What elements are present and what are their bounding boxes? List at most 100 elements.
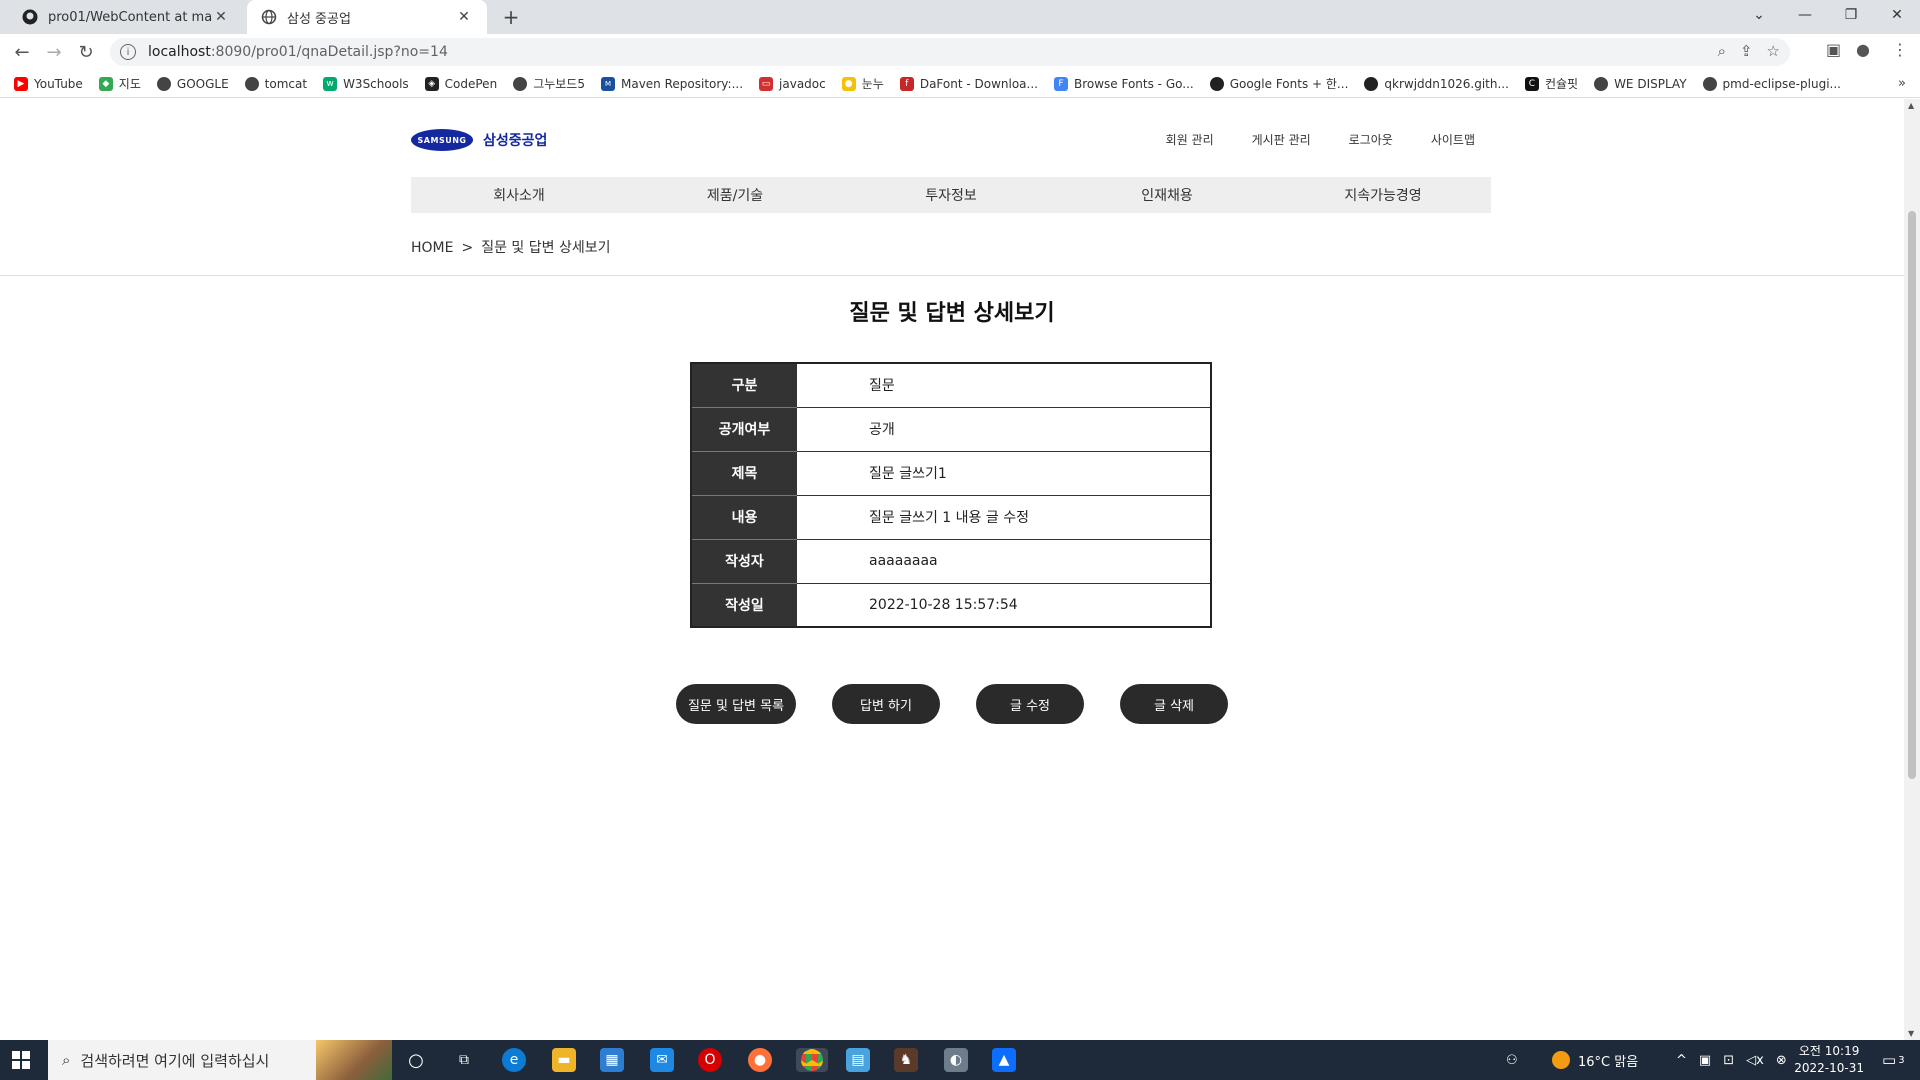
profile-icon[interactable]: ● [1856, 40, 1870, 59]
bookmarks-overflow-icon[interactable]: » [1898, 76, 1906, 91]
opera-icon[interactable]: O [698, 1048, 722, 1072]
eclipse-icon[interactable]: ◐ [944, 1048, 968, 1072]
clock-time: 오전 10:19 [1798, 1044, 1860, 1058]
delete-button[interactable]: 글 삭제 [1120, 684, 1228, 724]
search-highlight-image [316, 1040, 392, 1080]
system-clock[interactable]: 오전 10:19 2022-10-31 [1794, 1043, 1864, 1077]
util-link-sitemap[interactable]: 사이트맵 [1431, 131, 1475, 148]
store-icon[interactable]: ▦ [600, 1048, 624, 1072]
nav-item-investor[interactable]: 투자정보 [843, 177, 1059, 213]
qna-detail-table: 구분 질문 공개여부 공개 제목 질문 글쓰기1 내용 질문 글쓰기 1 내용 … [690, 362, 1212, 628]
restore-icon[interactable]: ❐ [1828, 0, 1874, 30]
bookmark-javadoc[interactable]: ▭ javadoc [759, 76, 826, 91]
meet-now-icon[interactable]: ▣ [1699, 1053, 1711, 1068]
file-explorer-icon[interactable]: ▬ [552, 1048, 576, 1072]
taskbar-search-box[interactable]: ⌕ 검색하려면 여기에 입력하십시 [48, 1040, 392, 1080]
photos-icon[interactable]: ▲ [992, 1048, 1016, 1072]
edge-icon[interactable]: e [502, 1048, 526, 1072]
address-bar[interactable]: i localhost:8090/pro01/qnaDetail.jsp?no=… [110, 38, 1790, 66]
globe-icon [513, 76, 528, 91]
window-close-icon[interactable]: ✕ [1874, 0, 1920, 30]
row-label: 구분 [691, 363, 797, 408]
tab-search-icon[interactable]: ⌄ [1736, 0, 1782, 30]
samsung-logo[interactable]: SAMSUNG 삼성중공업 [411, 129, 547, 151]
weather-widget[interactable]: 16°C 맑음 [1552, 1040, 1638, 1080]
tray-expand-icon[interactable]: ^ [1676, 1053, 1687, 1068]
minimize-icon[interactable]: — [1782, 0, 1828, 30]
mail-icon[interactable]: ✉ [650, 1048, 674, 1072]
new-tab-button[interactable]: + [498, 4, 524, 30]
bookmark-youtube[interactable]: ▶ YouTube [14, 76, 83, 91]
bookmark-tomcat[interactable]: tomcat [244, 76, 307, 91]
tab-samsung[interactable]: 삼성 중공업 ✕ [247, 0, 487, 34]
chrome-icon[interactable] [796, 1048, 828, 1072]
share-icon[interactable]: ⇪ [1740, 42, 1753, 60]
nav-item-company[interactable]: 회사소개 [411, 177, 627, 213]
page-scrollbar[interactable]: ▲ ▼ [1904, 99, 1920, 1040]
star-icon[interactable]: ☆ [1767, 42, 1780, 60]
bookmark-google[interactable]: GOOGLE [156, 76, 229, 91]
bookmark-label: DaFont - Downloa... [919, 76, 1038, 91]
browser-tab-strip: pro01/WebContent at master · ✕ 삼성 중공업 ✕ … [0, 0, 1920, 34]
close-icon[interactable]: ✕ [212, 9, 230, 25]
bookmark-consulfit[interactable]: C 컨슐핏 [1524, 75, 1578, 92]
firefox-icon[interactable]: ● [748, 1048, 772, 1072]
close-icon[interactable]: ✕ [455, 9, 473, 25]
scroll-up-icon[interactable]: ▲ [1908, 101, 1914, 110]
bookmark-github-pages[interactable]: qkrwjddn1026.gith... [1364, 76, 1509, 91]
nav-item-sustainability[interactable]: 지속가능경영 [1275, 177, 1491, 213]
network-icon[interactable]: ⊡ [1723, 1053, 1734, 1068]
util-link-board[interactable]: 게시판 관리 [1252, 131, 1311, 148]
bookmark-pmd[interactable]: pmd-eclipse-plugi... [1702, 76, 1841, 91]
people-icon[interactable]: ⚇ [1506, 1040, 1518, 1080]
url-path: :8090/pro01/qnaDetail.jsp?no=14 [210, 44, 448, 60]
bookmark-label: 지도 [118, 77, 141, 91]
action-buttons: 질문 및 답변 목록 답변 하기 글 수정 글 삭제 [0, 684, 1904, 724]
bookmark-dafont[interactable]: f DaFont - Downloa... [899, 76, 1038, 91]
qna-list-button[interactable]: 질문 및 답변 목록 [676, 684, 796, 724]
bookmark-label: javadoc [779, 76, 826, 91]
side-panel-icon[interactable]: ▣ [1826, 40, 1841, 59]
zoom-icon[interactable]: ⌕ [1718, 42, 1726, 60]
task-view-icon[interactable]: ⧉ [452, 1048, 476, 1072]
notification-center-icon[interactable]: ▭ 3 [1882, 1040, 1905, 1080]
bookmark-google-fonts-kr[interactable]: Google Fonts + 한... [1209, 75, 1348, 92]
notepad-icon[interactable]: ▤ [846, 1048, 870, 1072]
ime-icon[interactable]: ⊗ [1776, 1053, 1787, 1068]
row-label: 작성자 [691, 539, 797, 584]
site-info-icon[interactable]: i [120, 44, 136, 60]
util-link-member[interactable]: 회원 관리 [1166, 131, 1214, 148]
reload-icon[interactable]: ↻ [72, 38, 100, 66]
volume-muted-icon[interactable]: ◁x [1746, 1053, 1764, 1068]
bookmark-maven[interactable]: M Maven Repository:... [600, 76, 744, 91]
scroll-down-icon[interactable]: ▼ [1908, 1029, 1914, 1038]
table-row: 작성자 aaaaaaaa [691, 539, 1211, 584]
nav-item-products[interactable]: 제품/기술 [627, 177, 843, 213]
table-row: 제목 질문 글쓰기1 [691, 451, 1211, 496]
bookmark-w3schools[interactable]: w W3Schools [323, 76, 409, 91]
menu-icon[interactable]: ⋮ [1892, 40, 1908, 59]
windows-start-icon[interactable] [12, 1051, 30, 1069]
bookmark-browse-fonts[interactable]: F Browse Fonts - Go... [1053, 76, 1194, 91]
scrollbar-thumb[interactable] [1908, 211, 1916, 779]
tab-github[interactable]: pro01/WebContent at master · ✕ [8, 0, 244, 34]
cortana-icon[interactable]: ○ [404, 1048, 428, 1072]
row-label: 내용 [691, 495, 797, 540]
bookmark-we-display[interactable]: WE DISPLAY [1594, 76, 1687, 91]
game-app-icon[interactable]: ♞ [894, 1048, 918, 1072]
weather-text: 16°C 맑음 [1578, 1054, 1639, 1070]
bookmark-codepen[interactable]: ◈ CodePen [424, 76, 497, 91]
forward-icon[interactable]: → [40, 38, 68, 66]
util-link-logout[interactable]: 로그아웃 [1349, 131, 1393, 148]
answer-button[interactable]: 답변 하기 [832, 684, 940, 724]
bookmark-label: Maven Repository:... [620, 76, 744, 91]
edit-button[interactable]: 글 수정 [976, 684, 1084, 724]
bookmark-noonnu[interactable]: ● 눈누 [841, 75, 884, 92]
bookmark-gnuboard[interactable]: 그누보드5 [513, 75, 585, 92]
bookmark-maps[interactable]: ◆ 지도 [98, 75, 141, 92]
breadcrumb-home[interactable]: HOME [411, 240, 453, 256]
breadcrumb-current: 질문 및 답변 상세보기 [481, 240, 611, 256]
back-icon[interactable]: ← [8, 38, 36, 66]
row-label: 작성일 [691, 583, 797, 627]
nav-item-careers[interactable]: 인재채용 [1059, 177, 1275, 213]
